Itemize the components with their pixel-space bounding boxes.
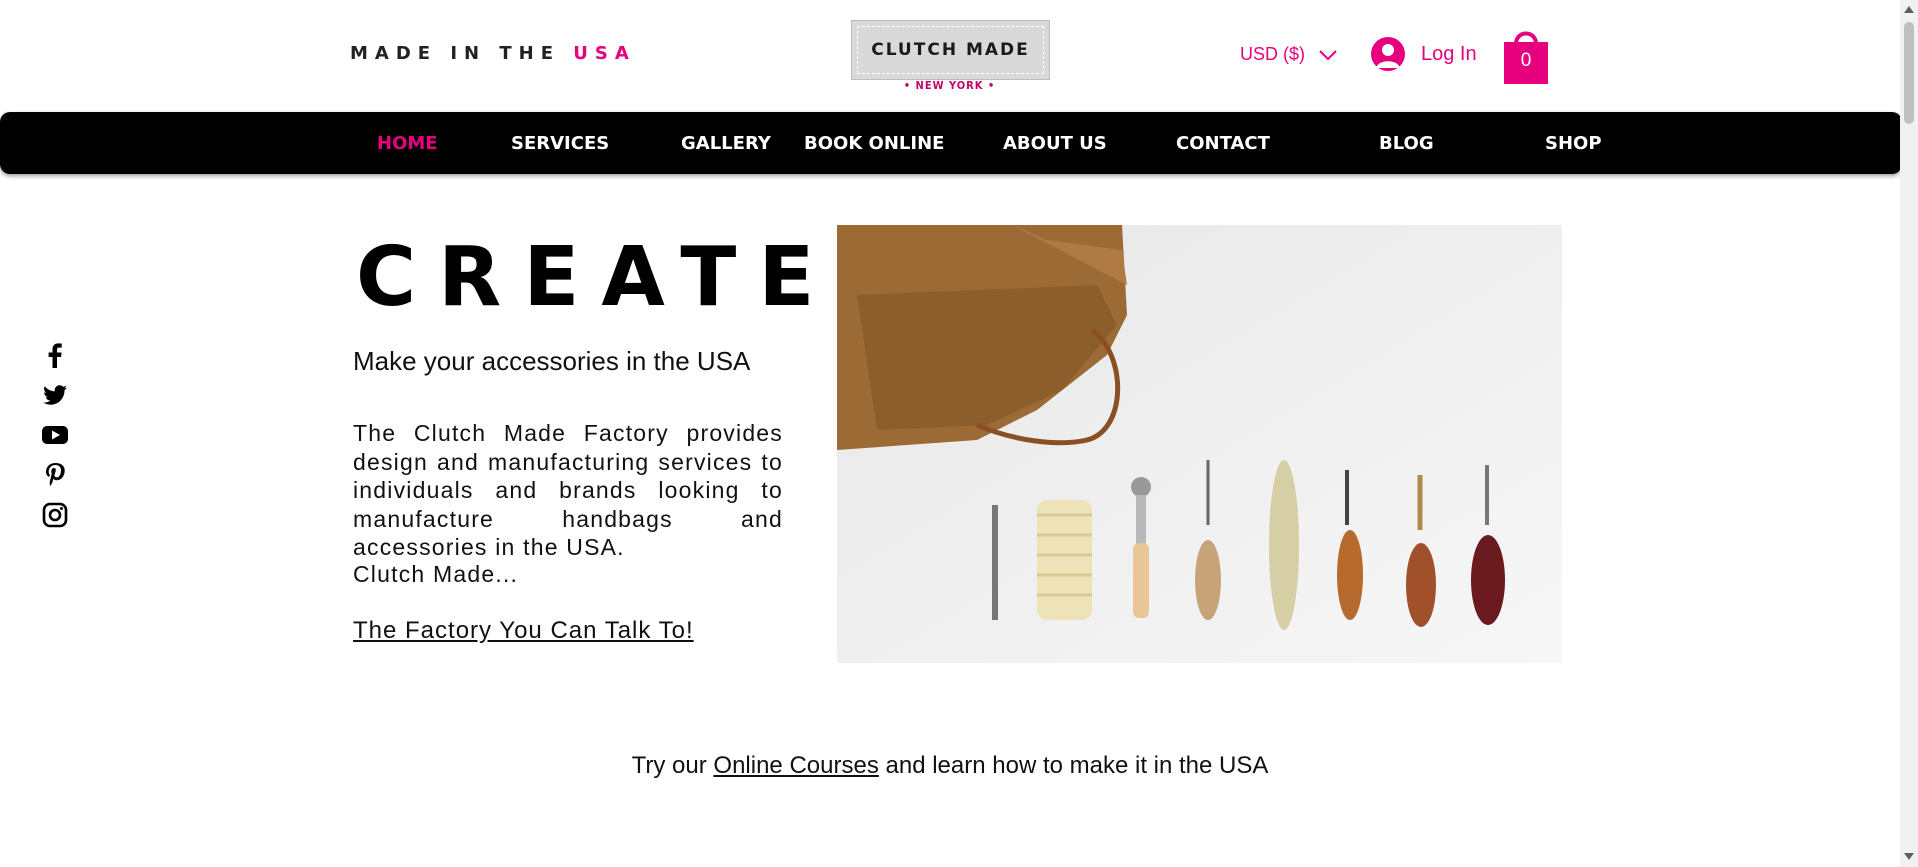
youtube-icon[interactable] (40, 420, 70, 450)
online-courses-link[interactable]: Online Courses (713, 752, 878, 779)
site-logo[interactable]: CLUTCH MADE (851, 20, 1050, 80)
social-bar (40, 340, 70, 540)
nav-gallery[interactable]: GALLERY (681, 133, 771, 154)
user-avatar-icon (1371, 37, 1405, 71)
facebook-icon[interactable] (40, 340, 70, 370)
instagram-icon[interactable] (40, 500, 70, 530)
nav-shop[interactable]: SHOP (1545, 133, 1602, 154)
tagline-prefix: MADE IN THE (350, 43, 561, 64)
tagline-accent: USA (573, 43, 636, 64)
scroll-up-icon[interactable] (1904, 6, 1914, 13)
cart-button[interactable]: 0 (1502, 26, 1550, 86)
nav-services[interactable]: SERVICES (511, 133, 609, 154)
currency-label: USD ($) (1240, 44, 1306, 64)
site-header: MADE IN THE USA CLUTCH MADE • NEW YORK •… (0, 0, 1900, 112)
main-nav: HOME SERVICES GALLERY BOOK ONLINE ABOUT … (0, 112, 1902, 174)
nav-about-us[interactable]: ABOUT US (1003, 133, 1107, 154)
logo-text: CLUTCH MADE (857, 26, 1044, 74)
hero-subtitle: Make your accessories in the USA (353, 346, 751, 376)
nav-contact[interactable]: CONTACT (1176, 133, 1270, 154)
pinterest-icon[interactable] (40, 460, 70, 490)
login-button[interactable]: Log In (1371, 37, 1477, 71)
courses-prefix: Try our (631, 752, 707, 779)
currency-selector[interactable]: USD ($) (1240, 44, 1337, 65)
cart-count: 0 (1520, 50, 1532, 71)
scroll-thumb[interactable] (1904, 22, 1914, 124)
scrollbar[interactable] (1900, 0, 1918, 867)
hero-description: The Clutch Made Factory provides design … (353, 420, 783, 561)
hero-title: CREATE (356, 230, 837, 325)
nav-book-online[interactable]: BOOK ONLINE (804, 133, 944, 154)
courses-suffix: and learn how to make it in the USA (885, 752, 1269, 779)
hero-tagline: Clutch Made... (353, 561, 519, 587)
online-courses-line: Try our Online Courses and learn how to … (0, 752, 1900, 780)
nav-home[interactable]: HOME (377, 133, 438, 154)
twitter-icon[interactable] (40, 380, 70, 410)
factory-link[interactable]: The Factory You Can Talk To! (353, 617, 694, 645)
logo-subtext: • NEW YORK • (903, 79, 996, 92)
scroll-down-icon[interactable] (1904, 853, 1914, 860)
header-tagline: MADE IN THE USA (350, 43, 636, 64)
chevron-down-icon (1319, 49, 1337, 60)
nav-blog[interactable]: BLOG (1379, 133, 1434, 154)
login-label: Log In (1421, 42, 1477, 65)
hero-image (837, 225, 1562, 663)
